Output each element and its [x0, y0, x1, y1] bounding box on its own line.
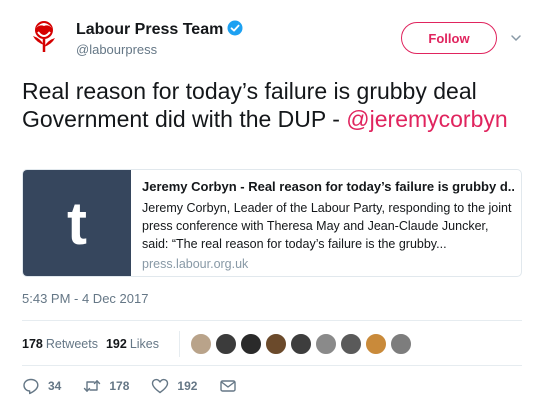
- stats-separator: [179, 331, 181, 357]
- reply-count: 34: [48, 379, 62, 393]
- liker-avatar[interactable]: [265, 333, 288, 355]
- tweet-stats: 178 Retweets 192 Likes: [22, 329, 415, 359]
- divider: [22, 320, 522, 321]
- author-name[interactable]: Labour Press Team: [76, 20, 243, 39]
- link-card[interactable]: t Jeremy Corbyn - Real reason for today’…: [22, 169, 522, 277]
- author-avatar[interactable]: [22, 14, 66, 58]
- tweet-header: Labour Press Team @labourpress Follow: [0, 0, 543, 70]
- liker-avatar[interactable]: [315, 333, 338, 355]
- liker-avatar[interactable]: [190, 333, 213, 355]
- follow-button[interactable]: Follow: [401, 22, 497, 54]
- author-handle[interactable]: @labourpress: [76, 42, 157, 57]
- liker-avatar[interactable]: [215, 333, 238, 355]
- card-thumbnail: t: [23, 170, 131, 276]
- retweets-stat-count: 178: [22, 337, 43, 351]
- liker-avatar[interactable]: [390, 333, 413, 355]
- liker-avatar[interactable]: [340, 333, 363, 355]
- heart-icon: [152, 378, 169, 394]
- card-title: Jeremy Corbyn - Real reason for today’s …: [142, 179, 514, 194]
- likes-stat-count: 192: [105, 337, 127, 351]
- tweet-timestamp[interactable]: 5:43 PM - 4 Dec 2017: [22, 291, 148, 306]
- card-description: Jeremy Corbyn, Leader of the Labour Part…: [142, 201, 512, 251]
- direct-message-button[interactable]: [219, 377, 245, 395]
- reply-button[interactable]: 34: [22, 377, 61, 395]
- chevron-down-icon[interactable]: [510, 32, 522, 44]
- card-body: Jeremy Corbyn - Real reason for today’s …: [142, 178, 514, 272]
- like-count: 192: [177, 379, 198, 393]
- liker-avatar[interactable]: [240, 333, 263, 355]
- likes-stat-label: Likes: [129, 337, 160, 351]
- reply-icon: [23, 378, 39, 395]
- tweet-actions: 34 178 192: [22, 374, 267, 398]
- liker-avatars: [190, 333, 415, 355]
- card-domain: press.labour.org.uk: [142, 257, 249, 271]
- retweet-icon: [84, 380, 101, 392]
- like-button[interactable]: 192: [151, 377, 197, 395]
- liker-avatar[interactable]: [365, 333, 388, 355]
- retweet-button[interactable]: 178: [83, 377, 129, 395]
- tumblr-logo-icon: t: [67, 190, 87, 257]
- retweet-count: 178: [109, 379, 130, 393]
- mention-link[interactable]: @jeremycorbyn: [346, 106, 507, 132]
- labour-rose-icon: [22, 14, 66, 58]
- divider: [22, 365, 522, 366]
- likes-stat[interactable]: 192 Likes: [106, 337, 159, 351]
- envelope-icon: [220, 380, 237, 392]
- retweets-stat-label: Retweets: [45, 337, 98, 351]
- author-name-text[interactable]: Labour Press Team: [76, 21, 223, 38]
- liker-avatar[interactable]: [290, 333, 313, 355]
- tweet-text: Real reason for today’s failure is grubb…: [22, 77, 532, 133]
- verified-badge-icon: [227, 20, 243, 36]
- retweets-stat[interactable]: 178 Retweets: [22, 337, 98, 351]
